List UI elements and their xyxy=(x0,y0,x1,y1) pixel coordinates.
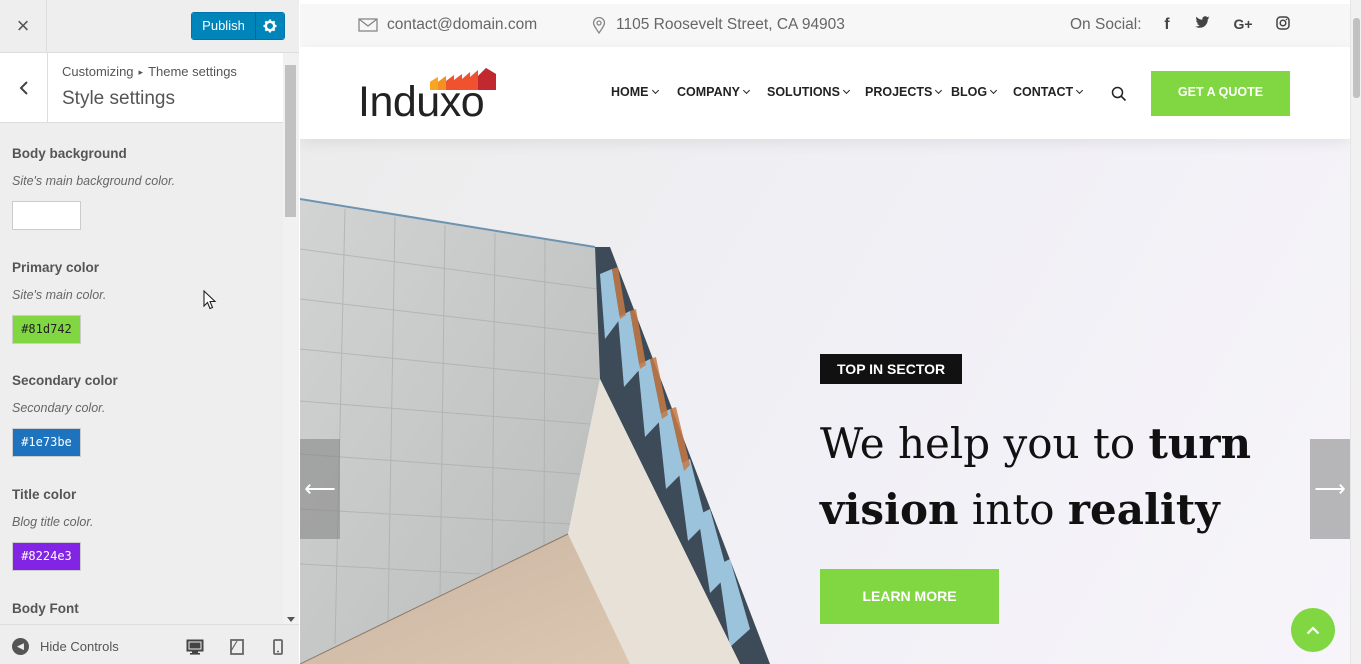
close-customizer-button[interactable]: × xyxy=(0,0,47,52)
title-color-picker[interactable]: #8224e3 xyxy=(12,542,81,571)
nav-label: PROJECTS xyxy=(865,85,933,99)
desktop-preview-icon[interactable] xyxy=(186,639,204,655)
publish-group: Publish xyxy=(191,12,285,40)
breadcrumb-parent: Theme settings xyxy=(148,64,237,79)
breadcrumb: Customizing ▸ Theme settings xyxy=(62,64,237,79)
publish-button[interactable]: Publish xyxy=(192,13,255,39)
chevron-down-icon xyxy=(1076,86,1084,95)
control-description: Site's main background color. xyxy=(12,174,176,188)
instagram-icon[interactable] xyxy=(1273,16,1293,35)
customizer-header: × Publish xyxy=(0,0,299,53)
envelope-icon xyxy=(358,18,378,32)
site-preview: contact@domain.com 1105 Roosevelt Street… xyxy=(300,0,1350,664)
slider-prev-button[interactable]: ⟵ xyxy=(300,439,340,539)
chevron-down-icon xyxy=(990,86,998,95)
tablet-preview-icon[interactable] xyxy=(228,639,246,655)
nav-label: BLOG xyxy=(951,85,988,99)
headline-text: turn xyxy=(1148,419,1252,468)
hero-slider: TOP IN SECTOR We help you to turn vision… xyxy=(300,139,1350,664)
back-button[interactable] xyxy=(0,53,48,122)
search-icon[interactable] xyxy=(1111,86,1127,102)
scrollbar-thumb[interactable] xyxy=(285,65,296,217)
nav-label: SOLUTIONS xyxy=(767,85,840,99)
customizer-sidebar: × Publish Customizing ▸ Theme settings S… xyxy=(0,0,299,664)
control-body-font: Body Font xyxy=(12,601,79,616)
chevron-down-icon xyxy=(842,86,850,95)
control-primary-color: Primary color Site's main color. #81d742 xyxy=(12,260,106,344)
hide-controls-label: Hide Controls xyxy=(40,639,119,654)
headline-text: We help you to xyxy=(820,419,1149,468)
collapse-icon: ◀ xyxy=(12,638,29,655)
slider-next-button[interactable]: ⟶ xyxy=(1310,439,1350,539)
learn-more-button[interactable]: LEARN MORE xyxy=(820,569,999,624)
control-body-background: Body background Site's main background c… xyxy=(12,146,175,230)
nav-projects[interactable]: PROJECTS xyxy=(865,85,943,99)
hero-badge: TOP IN SECTOR xyxy=(820,354,963,384)
headline-text: vision xyxy=(820,485,959,534)
nav-label: COMPANY xyxy=(677,85,740,99)
chevron-left-icon xyxy=(19,80,28,95)
nav-home[interactable]: HOME xyxy=(611,85,659,99)
site-topbar: contact@domain.com 1105 Roosevelt Street… xyxy=(300,4,1350,47)
hide-controls-button[interactable]: ◀ Hide Controls xyxy=(12,638,119,655)
section-title: Style settings xyxy=(62,88,175,109)
primary-color-picker[interactable]: #81d742 xyxy=(12,315,81,344)
chevron-down-icon xyxy=(935,86,943,95)
control-label: Body background xyxy=(12,146,127,161)
nav-label: HOME xyxy=(611,85,649,99)
address-text: 1105 Roosevelt Street, CA 94903 xyxy=(616,16,845,33)
chevron-down-icon xyxy=(742,86,751,95)
get-a-quote-button[interactable]: GET A QUOTE xyxy=(1151,71,1290,116)
control-secondary-color: Secondary color Secondary color. #1e73be xyxy=(12,373,118,457)
chevron-down-icon xyxy=(651,86,659,95)
twitter-icon[interactable] xyxy=(1192,16,1212,34)
sidebar-scrollbar[interactable] xyxy=(283,53,299,624)
logo-text: Induxo xyxy=(358,78,485,126)
gear-icon xyxy=(263,19,277,33)
scroll-down-arrow-icon[interactable] xyxy=(287,617,295,622)
arrow-left-icon: ⟵ xyxy=(304,476,336,501)
publish-settings-button[interactable] xyxy=(255,13,284,39)
headline-text: reality xyxy=(1067,485,1220,534)
facebook-icon[interactable]: f xyxy=(1157,16,1177,34)
control-label: Body Font xyxy=(12,601,79,616)
control-description: Secondary color. xyxy=(12,401,106,415)
body-background-color-picker[interactable] xyxy=(12,201,81,230)
map-pin-icon xyxy=(592,16,606,34)
controls-panel: Body background Site's main background c… xyxy=(0,124,283,624)
control-label: Title color xyxy=(12,487,77,502)
section-header: Customizing ▸ Theme settings Style setting… xyxy=(0,53,283,123)
headline-text: into xyxy=(958,485,1068,534)
control-label: Secondary color xyxy=(12,373,118,388)
nav-blog[interactable]: BLOG xyxy=(951,85,998,99)
email-text: contact@domain.com xyxy=(387,16,538,33)
site-navbar: Induxo HOME COMPANY SOLUTIONS PROJECTS B… xyxy=(300,47,1350,139)
customizer-footer: ◀ Hide Controls xyxy=(0,624,299,664)
google-plus-icon[interactable]: G+ xyxy=(1230,16,1256,32)
nav-solutions[interactable]: SOLUTIONS xyxy=(767,85,850,99)
breadcrumb-root: Customizing xyxy=(62,64,134,79)
topbar-address: 1105 Roosevelt Street, CA 94903 xyxy=(592,16,845,34)
preview-scrollbar-thumb[interactable] xyxy=(1353,18,1360,98)
nav-label: CONTACT xyxy=(1013,85,1074,99)
breadcrumb-separator: ▸ xyxy=(138,67,144,77)
control-label: Primary color xyxy=(12,260,100,275)
secondary-color-picker[interactable]: #1e73be xyxy=(12,428,81,457)
nav-contact[interactable]: CONTACT xyxy=(1013,85,1084,99)
preview-scrollbar[interactable] xyxy=(1350,0,1361,664)
nav-company[interactable]: COMPANY xyxy=(677,85,751,99)
topbar-email[interactable]: contact@domain.com xyxy=(358,16,537,34)
chevron-up-icon xyxy=(1306,625,1320,634)
mobile-preview-icon[interactable] xyxy=(269,639,287,655)
control-description: Site's main color. xyxy=(12,288,107,302)
mouse-cursor-icon xyxy=(203,290,217,310)
hero-headline: We help you to turn vision into reality xyxy=(820,411,1280,543)
control-title-color: Title color Blog title color. #8224e3 xyxy=(12,487,94,571)
control-description: Blog title color. xyxy=(12,515,94,529)
back-to-top-button[interactable] xyxy=(1291,608,1335,652)
site-logo[interactable]: Induxo xyxy=(358,68,513,126)
arrow-right-icon: ⟶ xyxy=(1314,476,1346,501)
social-label: On Social: xyxy=(1070,16,1142,33)
